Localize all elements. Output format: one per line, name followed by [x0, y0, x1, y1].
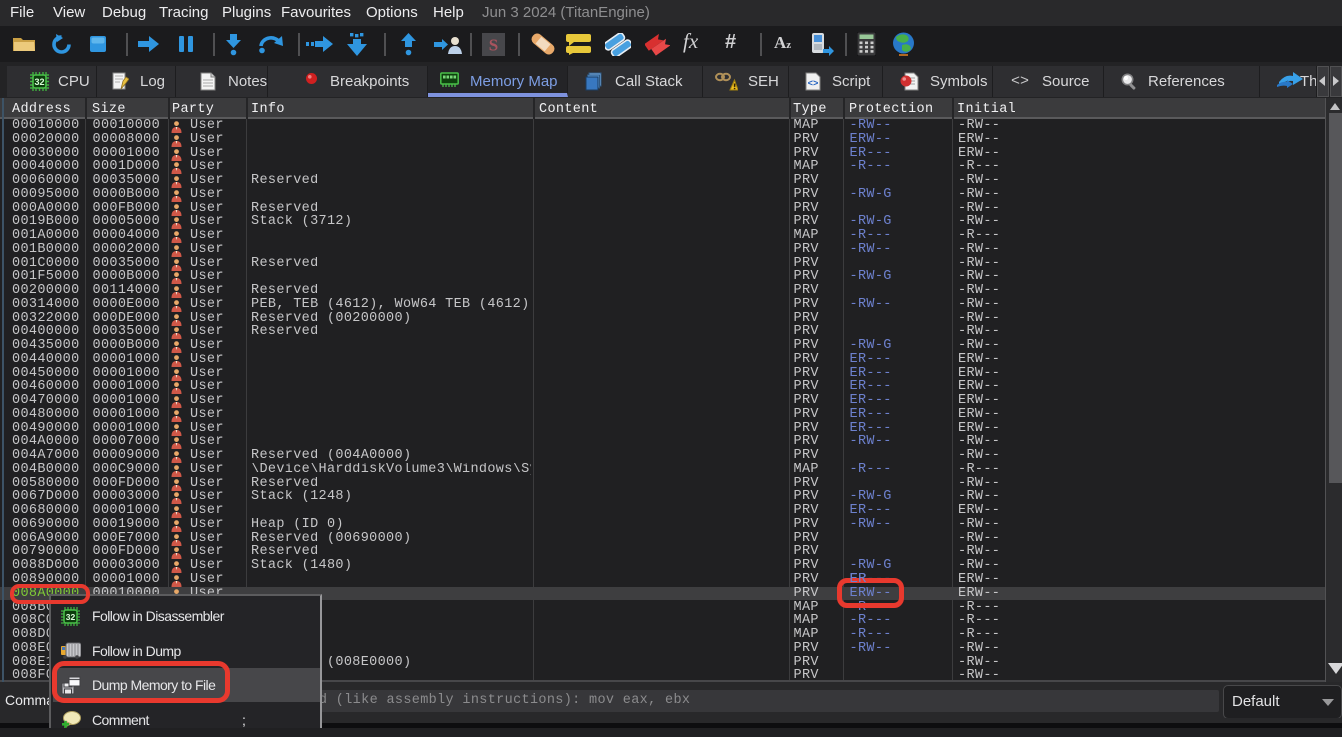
svg-text:S: S [489, 36, 498, 55]
svg-text:<>: <> [808, 79, 819, 89]
svg-text:32: 32 [34, 77, 44, 87]
svg-text:32: 32 [66, 612, 76, 622]
svg-text:<>: <> [1011, 73, 1029, 87]
